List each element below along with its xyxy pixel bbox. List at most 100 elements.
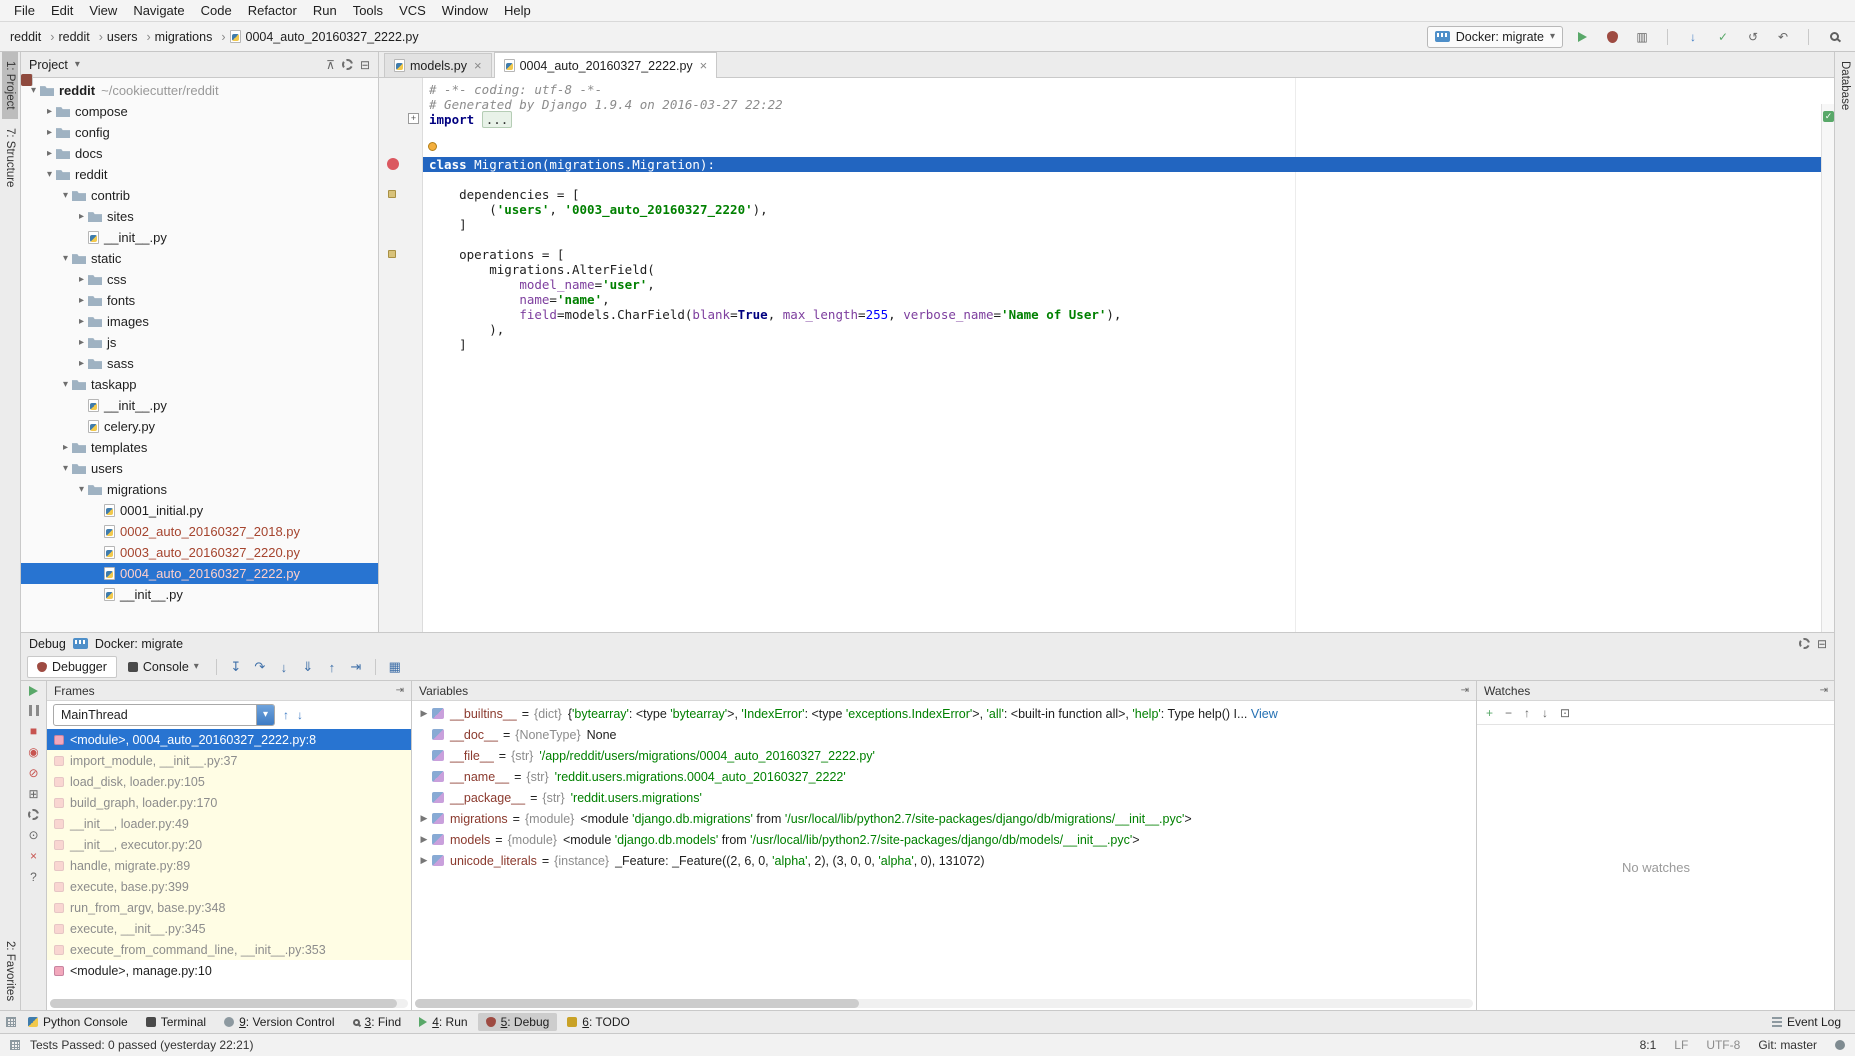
tree-expand-arrow-icon[interactable]: ▸	[75, 337, 88, 348]
chevron-down-icon[interactable]: ▾	[75, 60, 80, 70]
combo-dropdown-button[interactable]: ▾	[256, 705, 274, 725]
hide-panel-icon[interactable]: ⊟	[1817, 638, 1827, 650]
expand-arrow-icon[interactable]: ▶	[417, 855, 431, 866]
menu-item[interactable]: Window	[434, 1, 496, 20]
tree-expand-arrow-icon[interactable]: ▾	[59, 379, 72, 390]
menu-item[interactable]: Refactor	[240, 1, 305, 20]
line-separator-indicator[interactable]: LF	[1674, 1038, 1688, 1052]
editor-gutter[interactable]: +	[379, 78, 423, 632]
run-to-cursor-icon[interactable]: ⇥	[345, 657, 367, 677]
stack-frame-row[interactable]: __init__, executor.py:20	[47, 834, 411, 855]
tree-item[interactable]: ▾ migrations	[21, 479, 378, 500]
menu-item[interactable]: Run	[305, 1, 345, 20]
tree-item[interactable]: ▸ js	[21, 332, 378, 353]
intention-bulb-icon[interactable]	[428, 142, 437, 151]
code-line[interactable]: import ...	[423, 112, 1835, 127]
tree-item[interactable]: ▾ taskapp	[21, 374, 378, 395]
restore-layout-icon[interactable]: ⊞	[28, 788, 38, 800]
tree-item[interactable]: 0002_auto_20160327_2018.py	[21, 521, 378, 542]
code-line[interactable]: # -*- coding: utf-8 -*-	[423, 82, 1835, 97]
mute-breakpoints-icon[interactable]: ⊘	[28, 767, 38, 779]
run-button[interactable]	[1571, 26, 1593, 48]
tool-window-button[interactable]: 6: TODO	[559, 1013, 638, 1031]
tree-expand-arrow-icon[interactable]: ▾	[27, 85, 40, 96]
tree-expand-arrow-icon[interactable]: ▸	[75, 295, 88, 306]
gear-icon[interactable]	[1799, 638, 1810, 649]
settings-icon[interactable]	[28, 809, 39, 820]
step-over-icon[interactable]: ↷	[249, 657, 271, 677]
tree-expand-arrow-icon[interactable]: ▸	[75, 211, 88, 222]
duplicate-watch-icon[interactable]: ⊡	[1560, 707, 1570, 719]
menu-item[interactable]: VCS	[391, 1, 434, 20]
stack-frame-row[interactable]: load_disk, loader.py:105	[47, 771, 411, 792]
tool-window-button[interactable]: 7: Structure	[2, 119, 18, 196]
project-panel-title[interactable]: Project	[29, 58, 68, 72]
tree-expand-arrow-icon[interactable]: ▸	[43, 106, 56, 117]
run-config-select[interactable]: Docker: migrate ▾	[1427, 26, 1563, 48]
evaluate-expression-icon[interactable]: ▦	[384, 657, 406, 677]
breakpoint-icon[interactable]	[387, 158, 399, 170]
help-icon[interactable]: ?	[30, 871, 37, 883]
code-line[interactable]	[423, 232, 1835, 247]
code-line[interactable]: class Migration(migrations.Migration):	[423, 157, 1835, 172]
tree-expand-arrow-icon[interactable]: ▸	[43, 148, 56, 159]
hide-panel-icon[interactable]: ⊟	[360, 59, 370, 71]
tree-item[interactable]: ▸ config	[21, 122, 378, 143]
search-everywhere-button[interactable]	[1823, 26, 1845, 48]
close-icon[interactable]: ×	[474, 58, 482, 73]
tree-item[interactable]: ▸ sites	[21, 206, 378, 227]
tree-item[interactable]: 0003_auto_20160327_2220.py	[21, 542, 378, 563]
pause-icon[interactable]	[29, 705, 39, 716]
code-line[interactable]: migrations.AlterField(	[423, 262, 1835, 277]
tool-window-button[interactable]: Terminal	[138, 1013, 214, 1031]
menu-item[interactable]: Tools	[345, 1, 391, 20]
step-into-icon[interactable]: ↓	[273, 657, 295, 677]
stack-frame-row[interactable]: execute_from_command_line, __init__.py:3…	[47, 939, 411, 960]
vcs-commit-button[interactable]: ✓	[1712, 26, 1734, 48]
add-watch-icon[interactable]: +	[1486, 707, 1493, 719]
code-line[interactable]: ]	[423, 217, 1835, 232]
event-log-button[interactable]: Event Log	[1764, 1013, 1849, 1031]
variable-row[interactable]: ▶ migrations = {module} <module 'django.…	[412, 808, 1476, 829]
error-stripe[interactable]: ✓	[1821, 104, 1835, 632]
inspection-profile-icon[interactable]	[1835, 1040, 1845, 1050]
thread-selector[interactable]: MainThread ▾	[53, 704, 275, 726]
tree-expand-arrow-icon[interactable]: ▸	[75, 358, 88, 369]
tree-expand-arrow-icon[interactable]: ▾	[59, 190, 72, 201]
pin-icon[interactable]: ⊙	[28, 829, 38, 841]
menu-item[interactable]: File	[6, 1, 43, 20]
tool-window-button[interactable]: 4: Run	[411, 1013, 475, 1031]
tree-item[interactable]: ▸ css	[21, 269, 378, 290]
tree-expand-arrow-icon[interactable]: ▾	[75, 484, 88, 495]
stack-frame-row[interactable]: <module>, 0004_auto_20160327_2222.py:8	[47, 729, 411, 750]
code-line[interactable]: field=models.CharField(blank=True, max_l…	[423, 307, 1835, 322]
code-line[interactable]: ('users', '0003_auto_20160327_2220'),	[423, 202, 1835, 217]
back-button[interactable]: ↶	[1772, 26, 1794, 48]
breadcrumb-item[interactable]: reddit ›	[58, 30, 106, 44]
tree-item[interactable]: __init__.py	[21, 395, 378, 416]
variable-row[interactable]: ▶ unicode_literals = {instance} _Feature…	[412, 850, 1476, 871]
tree-item[interactable]: ▾ static	[21, 248, 378, 269]
code-line[interactable]	[423, 142, 1835, 157]
vcs-update-button[interactable]: ↓	[1682, 26, 1704, 48]
move-watch-down-icon[interactable]: ↓	[1542, 707, 1548, 719]
view-breakpoints-icon[interactable]: ◉	[28, 746, 38, 758]
tool-window-switcher-icon[interactable]	[6, 1017, 16, 1027]
tree-item[interactable]: __init__.py	[21, 227, 378, 248]
stack-frame-row[interactable]: build_graph, loader.py:170	[47, 792, 411, 813]
collapse-all-icon[interactable]: ⊼	[326, 59, 335, 71]
resume-program-icon[interactable]	[29, 686, 38, 696]
stack-frame-row[interactable]: execute, __init__.py:345	[47, 918, 411, 939]
move-watch-up-icon[interactable]: ↑	[1524, 707, 1530, 719]
variable-row[interactable]: __file__ = {str} '/app/reddit/users/migr…	[412, 745, 1476, 766]
tree-expand-arrow-icon[interactable]: ▸	[59, 442, 72, 453]
expand-arrow-icon[interactable]: ▶	[417, 834, 431, 845]
tool-window-button[interactable]: 3: Find	[345, 1013, 410, 1031]
breadcrumb-item[interactable]: migrations ›	[155, 30, 230, 44]
tree-item[interactable]: ▸ sass	[21, 353, 378, 374]
code-line[interactable]: model_name='user',	[423, 277, 1835, 292]
tree-item[interactable]: ▾ contrib	[21, 185, 378, 206]
code-line[interactable]: dependencies = [	[423, 187, 1835, 202]
code-line[interactable]	[423, 172, 1835, 187]
code-line[interactable]: # Generated by Django 1.9.4 on 2016-03-2…	[423, 97, 1835, 112]
